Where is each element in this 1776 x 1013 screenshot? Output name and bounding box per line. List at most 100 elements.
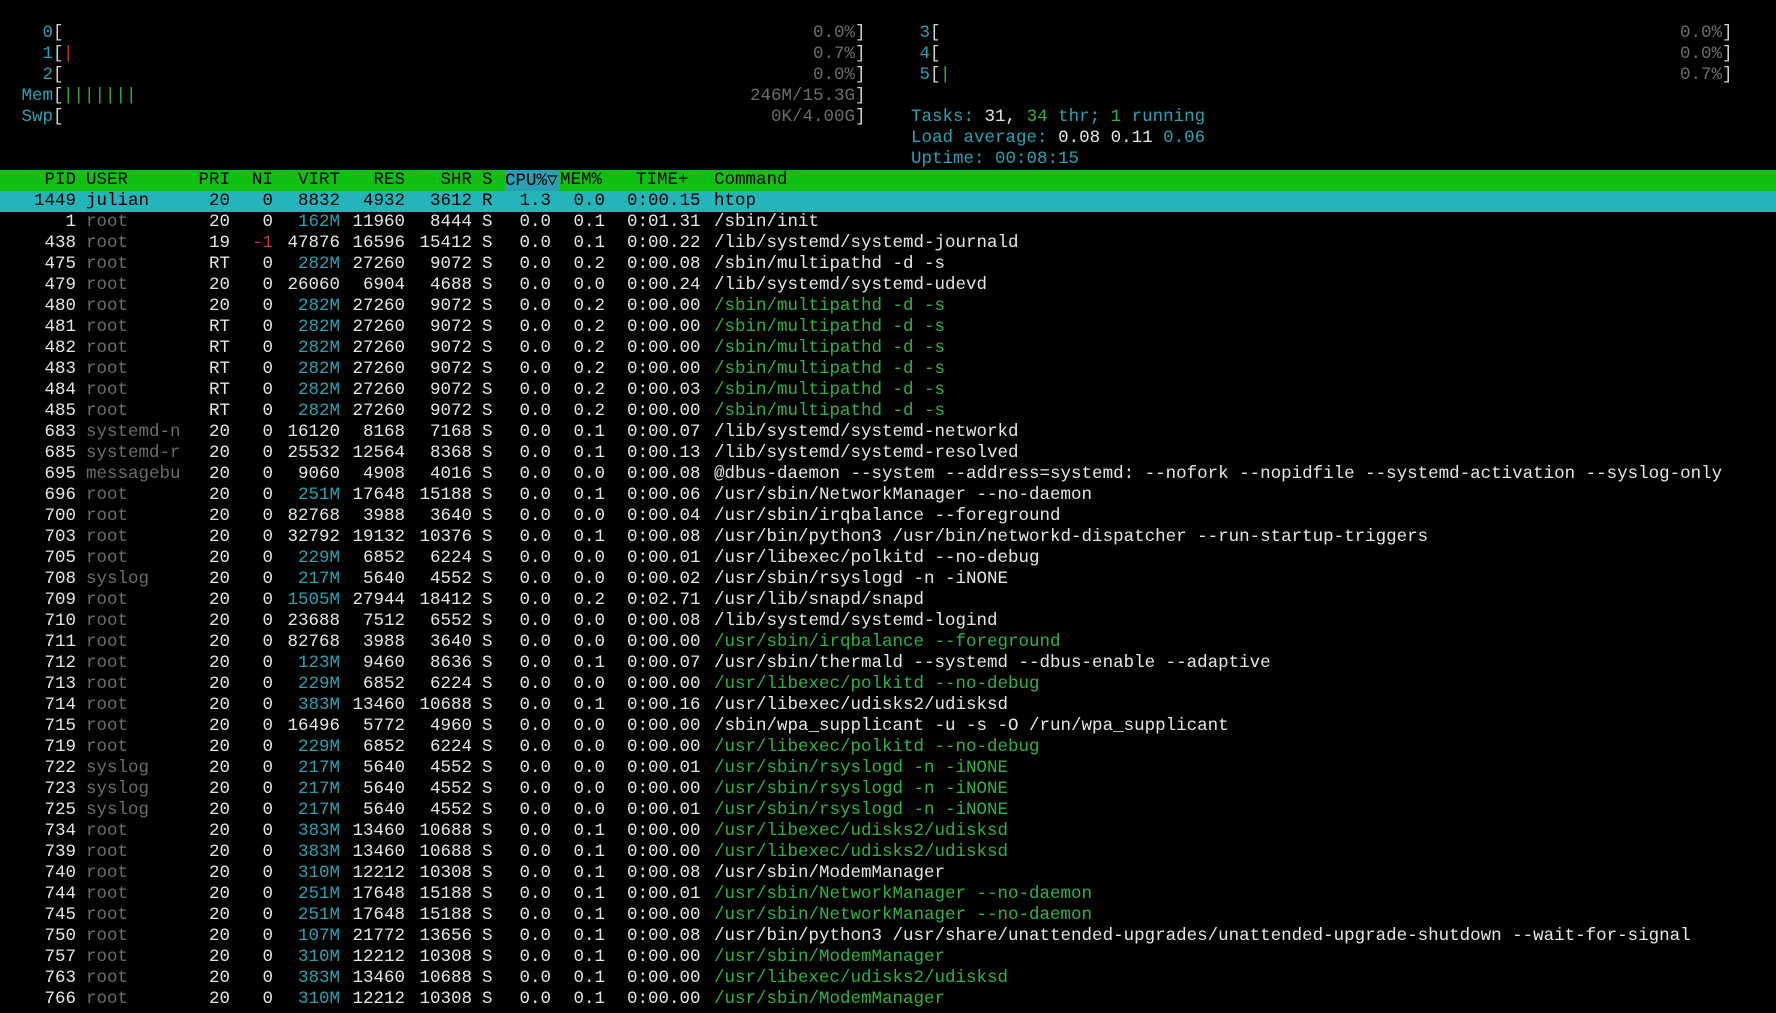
col-ni[interactable]: NI — [240, 170, 273, 190]
col-virt[interactable]: VIRT — [283, 170, 340, 190]
col-pri[interactable]: PRI — [190, 170, 230, 190]
meter-open-bracket: [ — [930, 23, 941, 43]
cell-res: 5640 — [362, 779, 405, 799]
table-row[interactable]: 709 root 20 0 1505M 27944 18412 S 0.0 0.2 0:02.71 /… — [0, 590, 1776, 611]
table-row[interactable]: 696 root 20 0 251M 17648 15188 S 0.0 0.1 0:00.06/u… — [0, 485, 1776, 506]
col-user[interactable]: USER — [86, 170, 128, 190]
col-command[interactable]: Command — [714, 170, 788, 190]
meter-open-bracket: [ — [930, 65, 941, 85]
cell-command: /usr/libexec/polkitd --no-debug — [714, 737, 1040, 757]
cell-user: syslog — [86, 779, 150, 799]
cell-pid: 484 — [44, 380, 76, 400]
cell-command: /usr/libexec/polkitd --no-debug — [714, 674, 1040, 694]
table-row[interactable]: 712 root 20 0 123M 9460 8636 S 0.0 0.1 0:00.07/usr… — [0, 653, 1776, 674]
cell-cpu: 0.0 — [519, 695, 551, 715]
cell-ni: -1 — [251, 233, 273, 253]
table-row[interactable]: 483 root RT 0 282M 27260 9072 S 0.0 0.2 0:00.00/sb… — [0, 359, 1776, 380]
table-row[interactable]: 683 systemd-n 20 0 16120 8168 7168 S 0.0 0.1 0:00.… — [0, 422, 1776, 443]
col-cpu-sorted[interactable]: CPU%▽ — [505, 170, 560, 191]
col-pid[interactable]: PID — [0, 170, 76, 190]
cell-mem: 0.1 — [573, 233, 605, 253]
cell-mem: 0.2 — [573, 296, 605, 316]
cell-pri: 20 — [208, 779, 230, 799]
cell-command: /usr/sbin/rsyslogd -n -iNONE — [714, 758, 1009, 778]
cell-res: 12564 — [352, 443, 405, 463]
table-row[interactable]: 710 root 20 0 23688 7512 6552 S 0.0 0.0 0:00.08/li… — [0, 611, 1776, 632]
table-row[interactable]: 485 root RT 0 282M 27260 9072 S 0.0 0.2 0:00.00/sb… — [0, 401, 1776, 422]
cell-command: /lib/systemd/systemd-journald — [714, 233, 1019, 253]
table-row[interactable]: 481 root RT 0 282M 27260 9072 S 0.0 0.2 0:00.00/sb… — [0, 317, 1776, 338]
cell-time: 0:00.00 — [627, 359, 701, 379]
cell-user: root — [86, 401, 129, 421]
cell-virt: 26060 — [287, 275, 340, 295]
table-row[interactable]: 711 root 20 0 82768 3988 3640 S 0.0 0.0 0:00.00/us… — [0, 632, 1776, 653]
table-row[interactable]: 705 root 20 0 229M 6852 6224 S 0.0 0.0 0:00.01/usr… — [0, 548, 1776, 569]
cell-cpu: 0.0 — [519, 317, 551, 337]
table-row[interactable]: 479 root 20 0 26060 6904 4688 S 0.0 0.0 0:00.24/li… — [0, 275, 1776, 296]
load-average-line: Load average: 0.08 0.11 0.06 — [890, 107, 1205, 148]
meter-close-bracket: ] — [1722, 65, 1733, 85]
cell-mem: 0.1 — [573, 863, 605, 883]
table-row-selected[interactable]: 1449 julian 20 0 8832 4932 3612 R 1.3 0.0 0:00.15 h… — [0, 191, 1776, 212]
table-row[interactable]: 1 root 20 0 162M 11960 8444 S 0.0 0.1 0:01.31/sbin… — [0, 212, 1776, 233]
table-row[interactable]: 438 root 19 -1 47876 16596 15412 S 0.0 0.1 0:00.22… — [0, 233, 1776, 254]
cell-mem: 0.0 — [573, 611, 605, 631]
table-row[interactable]: 757 root 20 0 310M 12212 10308 S 0.0 0.1 0:00.00/u… — [0, 947, 1776, 968]
table-row[interactable]: 700 root 20 0 82768 3988 3640 S 0.0 0.0 0:00.04/us… — [0, 506, 1776, 527]
table-row[interactable]: 480 root 20 0 282M 27260 9072 S 0.0 0.2 0:00.00/sb… — [0, 296, 1776, 317]
table-row[interactable]: 715 root 20 0 16496 5772 4960 S 0.0 0.0 0:00.00/sb… — [0, 716, 1776, 737]
cell-s: S — [482, 401, 493, 421]
uptime-line: Uptime: 00:08:15 — [890, 128, 1079, 169]
table-row[interactable]: 723 syslog 20 0 217M 5640 4552 S 0.0 0.0 0:00.00/u… — [0, 779, 1776, 800]
cell-virt: 25532 — [287, 443, 340, 463]
table-row[interactable]: 708 syslog 20 0 217M 5640 4552 S 0.0 0.0 0:00.02/u… — [0, 569, 1776, 590]
col-mem[interactable]: MEM% — [560, 170, 602, 190]
cell-time: 0:00.00 — [627, 401, 701, 421]
table-row[interactable]: 719 root 20 0 229M 6852 6224 S 0.0 0.0 0:00.00/usr… — [0, 737, 1776, 758]
meter-close-bracket: ] — [855, 44, 866, 64]
table-row[interactable]: 713 root 20 0 229M 6852 6224 S 0.0 0.0 0:00.00/usr… — [0, 674, 1776, 695]
table-row[interactable]: 703 root 20 0 32792 19132 10376 S 0.0 0.1 0:00.08 /… — [0, 527, 1776, 548]
cell-user: root — [86, 653, 129, 673]
cell-pid: 734 — [44, 821, 76, 841]
table-row[interactable]: 722 syslog 20 0 217M 5640 4552 S 0.0 0.0 0:00.01/u… — [0, 758, 1776, 779]
cell-ni: 0 — [262, 905, 273, 925]
cell-mem: 0.1 — [573, 905, 605, 925]
cell-command: /usr/bin/python3 /usr/bin/networkd-dispa… — [714, 527, 1429, 547]
table-row[interactable]: 685 systemd-r 20 0 25532 12564 8368 S 0.0 0.1 0:00… — [0, 443, 1776, 464]
table-row[interactable]: 766 root 20 0 310M 12212 10308 S 0.0 0.1 0:00.00/u… — [0, 989, 1776, 1010]
col-state[interactable]: S — [482, 170, 493, 190]
cell-res: 12212 — [352, 863, 405, 883]
cell-ni: 0 — [262, 947, 273, 967]
table-row[interactable]: 750 root 20 0 107M 21772 13656 S 0.0 0.1 0:00.08/u… — [0, 926, 1776, 947]
cell-res: 12212 — [352, 947, 405, 967]
meter-label: 3 — [919, 23, 930, 43]
cell-s: S — [482, 254, 493, 274]
table-row[interactable]: 744 root 20 0 251M 17648 15188 S 0.0 0.1 0:00.01/u… — [0, 884, 1776, 905]
cell-shr: 10308 — [419, 863, 472, 883]
cell-ni: 0 — [262, 737, 273, 757]
table-row[interactable]: 740 root 20 0 310M 12212 10308 S 0.0 0.1 0:00.08/u… — [0, 863, 1776, 884]
col-res[interactable]: RES — [344, 170, 405, 190]
meter-bar: | — [940, 65, 951, 85]
table-row[interactable]: 714 root 20 0 383M 13460 10688 S 0.0 0.1 0:00.16/u… — [0, 695, 1776, 716]
table-row[interactable]: 725 syslog 20 0 217M 5640 4552 S 0.0 0.0 0:00.01/u… — [0, 800, 1776, 821]
table-row[interactable]: 482 root RT 0 282M 27260 9072 S 0.0 0.2 0:00.00/sb… — [0, 338, 1776, 359]
cell-command: /usr/sbin/irqbalance --foreground — [714, 632, 1061, 652]
table-row[interactable]: 763 root 20 0 383M 13460 10688 S 0.0 0.1 0:00.00/u… — [0, 968, 1776, 989]
table-row[interactable]: 739 root 20 0 383M 13460 10688 S 0.0 0.1 0:00.00/u… — [0, 842, 1776, 863]
col-shr[interactable]: SHR — [409, 170, 472, 190]
table-row[interactable]: 745 root 20 0 251M 17648 15188 S 0.0 0.1 0:00.00/u… — [0, 905, 1776, 926]
cell-pid: 713 — [44, 674, 76, 694]
cell-virt: 229M — [297, 548, 340, 568]
cell-command: /usr/sbin/rsyslogd -n -iNONE — [714, 800, 1009, 820]
meter-value: 0.7% — [812, 44, 855, 64]
cell-s: S — [482, 317, 493, 337]
col-time[interactable]: TIME+ — [636, 170, 689, 190]
table-row[interactable]: 484 root RT 0 282M 27260 9072 S 0.0 0.2 0:00.03/sb… — [0, 380, 1776, 401]
table-row[interactable]: 475 root RT 0 282M 27260 9072 S 0.0 0.2 0:00.08/sb… — [0, 254, 1776, 275]
cell-pid: 766 — [44, 989, 76, 1009]
cell-ni: 0 — [262, 968, 273, 988]
table-row[interactable]: 695 messagebu 20 0 9060 4908 4016 S 0.0 0.0 0:00.0… — [0, 464, 1776, 485]
table-row[interactable]: 734 root 20 0 383M 13460 10688 S 0.0 0.1 0:00.00/u… — [0, 821, 1776, 842]
